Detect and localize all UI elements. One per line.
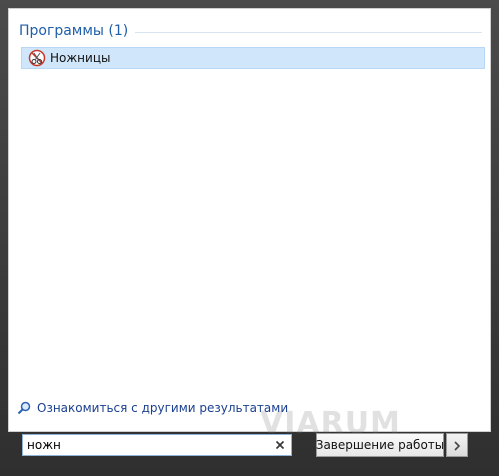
search-results-panel: Программы (1) Ножницы Ознакомиться с дру…	[8, 8, 491, 432]
clear-x-icon[interactable]	[271, 436, 289, 454]
shutdown-button[interactable]: Завершение работы	[316, 433, 444, 457]
search-input-value[interactable]: ножн	[23, 438, 271, 452]
search-magnifier-icon	[17, 401, 31, 415]
start-search-input[interactable]: ножн	[22, 434, 292, 456]
section-divider	[135, 32, 482, 33]
see-more-results-label: Ознакомиться с другими результатами	[37, 401, 289, 415]
chevron-right-icon	[453, 436, 461, 455]
start-menu-window: Программы (1) Ножницы Ознакомиться с дру…	[0, 0, 499, 476]
scissors-app-icon	[28, 49, 46, 67]
programs-section-title: Программы (1)	[19, 23, 129, 39]
result-item-label: Ножницы	[50, 51, 111, 65]
see-more-results-link[interactable]: Ознакомиться с другими результатами	[17, 401, 288, 415]
result-item-snipping-tool[interactable]: Ножницы	[21, 47, 485, 69]
bottom-bar: ножн Завершение работы	[0, 432, 499, 476]
shutdown-options-button[interactable]	[446, 433, 468, 457]
